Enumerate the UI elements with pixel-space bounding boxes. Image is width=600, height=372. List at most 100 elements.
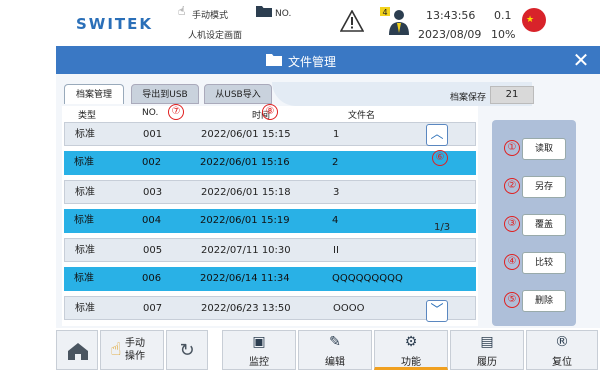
row-no: 005 [143,245,163,256]
table-row[interactable]: 标准 003 2022/06/01 15:18 3 [64,180,476,204]
manual-operation-button[interactable]: ☝ 手动 操作 [100,330,164,370]
hand-icon: ☝ [178,4,186,18]
screen-label: 人机设定画面 [188,31,243,41]
row-type: 标准 [75,303,95,314]
refresh-icon: ↻ [179,340,195,361]
close-button[interactable]: ✕ [570,49,592,71]
row-filename: 3 [333,187,340,198]
row-time: 2022/06/01 15:16 [200,157,290,168]
row-filename: OOOO [333,303,365,314]
version-label: 0.1 [494,9,512,22]
compare-button[interactable]: 比较 [522,252,566,274]
row-no: 003 [143,187,163,198]
page-indicator: 1/3 [434,222,451,233]
overwrite-button[interactable]: 覆盖 [522,214,566,236]
reset-icon: ® [555,334,569,350]
row-type: 标准 [74,157,94,168]
row-filename: QQQQQQQQQ [332,273,403,284]
monitor-icon: ▣ [252,334,266,350]
table-row[interactable]: 标准 007 2022/06/23 13:50 OOOO [64,296,476,320]
column-header-no: NO. [142,108,159,118]
save-as-button[interactable]: 另存 [522,176,566,198]
folder-icon [266,54,282,66]
history-icon: ▤ [480,334,494,350]
table-row[interactable]: 标准 005 2022/07/11 10:30 II [64,238,476,262]
operator-badge: 4 [383,8,388,17]
row-filename: 1 [333,129,340,140]
nav-function-label: 功能 [401,357,421,368]
status-bar: SWITEK ☝ 手动模式 人机设定画面 NO. 4 13:43:56 2023… [58,0,600,44]
annotation-mark: ② [504,178,520,194]
row-no: 004 [142,215,162,226]
tab-archive-management[interactable]: 档案管理 [64,84,124,104]
table-row[interactable]: 标准 006 2022/06/14 11:34 QQQQQQQQQ [64,267,476,291]
mode-label: 手动模式 [192,11,229,21]
delete-button[interactable]: 删除 [522,290,566,312]
annotation-mark: ① [504,140,520,156]
tab-import-usb[interactable]: 从USB导入 [204,84,272,104]
language-flag-icon[interactable]: ★ [522,8,546,32]
row-filename: 2 [332,157,339,168]
row-type: 标准 [75,129,95,140]
manual-operation-label: 手动 操作 [125,338,145,362]
nav-edit-button[interactable]: ✎ 编辑 [298,330,372,370]
nav-history-label: 履历 [477,357,497,368]
warning-icon[interactable] [340,10,364,32]
row-type: 标准 [74,273,94,284]
dialog-title-bar: 文件管理 ✕ [56,46,600,74]
table-row[interactable]: 标准 001 2022/06/01 15:15 1 [64,122,476,146]
nav-function-button[interactable]: ⚙ 功能 [374,330,448,370]
dialog-title: 文件管理 [288,55,337,69]
annotation-mark: ⑥ [432,150,448,166]
percent-label: 10% [491,28,516,41]
nav-monitor-label: 监控 [249,357,269,368]
annotation-mark: ⑤ [504,292,520,308]
archive-save-label: 档案保存 [450,93,487,103]
logo: SWITEK [76,15,154,33]
nav-reset-button[interactable]: ® 复位 [526,330,598,370]
column-header-type: 类型 [78,111,97,121]
row-type: 标准 [75,187,95,198]
nav-monitor-button[interactable]: ▣ 监控 [222,330,296,370]
program-no-label: NO. [275,9,292,19]
annotation-mark: ⑦ [168,104,184,120]
row-filename: 4 [332,215,339,226]
row-type: 标准 [75,245,95,256]
refresh-button[interactable]: ↻ [166,330,208,370]
clock-date: 2023/08/09 [418,28,482,41]
row-no: 007 [143,303,163,314]
read-button[interactable]: 读取 [522,138,566,160]
scroll-up-button[interactable]: ︿ [426,124,448,146]
row-time: 2022/06/14 11:34 [200,273,290,284]
row-type: 标准 [74,215,94,226]
nav-edit-label: 编辑 [325,357,345,368]
annotation-mark: ④ [504,254,520,270]
row-no: 001 [143,129,163,140]
row-time: 2022/06/01 15:15 [201,129,291,140]
table-row[interactable]: 标准 002 2022/06/01 15:16 2 [64,151,476,175]
gear-icon: ⚙ [404,334,418,350]
chevron-down-icon: ﹀ [430,303,444,318]
dialog-panel: 档案管理 导出到USB 从USB导入 档案保存 21 类型 NO. 时间 文件名… [56,74,600,328]
nav-reset-label: 复位 [552,357,572,368]
annotation-mark: ③ [504,216,520,232]
annotation-mark: ⑧ [262,104,278,120]
row-time: 2022/07/11 10:30 [201,245,291,256]
row-filename: II [333,245,339,256]
row-time: 2022/06/23 13:50 [201,303,291,314]
footer-nav: ☝ 手动 操作 ↻ ▣ 监控 ✎ 编辑 ⚙ 功能 ▤ 履历 ® 复位 [56,328,600,372]
edit-icon: ✎ [329,334,341,350]
chevron-up-icon: ︿ [430,127,444,142]
operator-icon[interactable]: 4 [380,7,410,37]
row-time: 2022/06/01 15:18 [201,187,291,198]
row-no: 002 [142,157,162,168]
row-no: 006 [142,273,162,284]
scroll-down-button[interactable]: ﹀ [426,300,448,322]
archive-save-count: 21 [490,86,534,104]
table-row[interactable]: 标准 004 2022/06/01 15:19 4 [64,209,476,233]
column-header-filename: 文件名 [348,111,376,121]
file-management-dialog: 文件管理 ✕ 档案管理 导出到USB 从USB导入 档案保存 21 类型 NO.… [56,46,600,328]
nav-history-button[interactable]: ▤ 履历 [450,330,524,370]
tab-export-usb[interactable]: 导出到USB [131,84,199,104]
row-time: 2022/06/01 15:19 [200,215,290,226]
